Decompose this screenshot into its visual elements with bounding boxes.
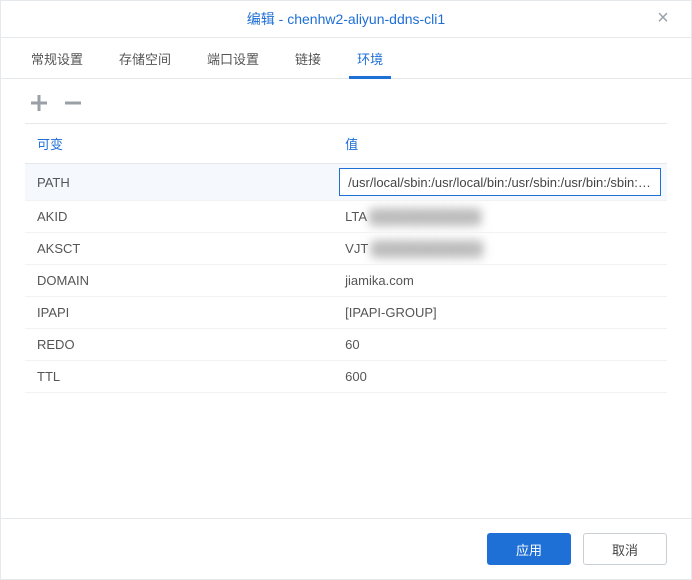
- tab-storage[interactable]: 存储空间: [101, 38, 189, 78]
- env-value-prefix: LTA: [345, 209, 366, 224]
- env-key-cell[interactable]: DOMAIN: [25, 265, 333, 297]
- tab-general[interactable]: 常规设置: [13, 38, 101, 78]
- redacted-text: ████████████: [366, 209, 480, 224]
- env-key-cell[interactable]: AKSCT: [25, 233, 333, 265]
- table-row[interactable]: TTL600: [25, 361, 667, 393]
- env-key-cell[interactable]: TTL: [25, 361, 333, 393]
- env-value-cell[interactable]: jiamika.com: [333, 265, 667, 297]
- table-row[interactable]: AKIDLTA ████████████: [25, 201, 667, 233]
- table-row[interactable]: IPAPI[IPAPI-GROUP]: [25, 297, 667, 329]
- tab-links[interactable]: 链接: [277, 38, 339, 78]
- env-key-cell[interactable]: IPAPI: [25, 297, 333, 329]
- cancel-button[interactable]: 取消: [583, 533, 667, 565]
- tab-label: 存储空间: [119, 49, 171, 68]
- tab-ports[interactable]: 端口设置: [189, 38, 277, 78]
- toolbar: [1, 79, 691, 123]
- env-value-cell[interactable]: [IPAPI-GROUP]: [333, 297, 667, 329]
- add-button[interactable]: [25, 89, 53, 117]
- redacted-text: ████████████: [368, 241, 482, 256]
- env-value-cell[interactable]: 600: [333, 361, 667, 393]
- env-key-cell[interactable]: PATH: [25, 164, 333, 201]
- env-value-prefix: VJT: [345, 241, 368, 256]
- env-value-cell[interactable]: VJT ████████████: [333, 233, 667, 265]
- remove-button[interactable]: [59, 89, 87, 117]
- dialog-header: 编辑 - chenhw2-aliyun-ddns-cli1 ×: [1, 1, 691, 38]
- tab-label: 端口设置: [207, 49, 259, 68]
- env-value-cell[interactable]: 60: [333, 329, 667, 361]
- dialog-footer: 应用 取消: [1, 518, 691, 579]
- env-key-cell[interactable]: REDO: [25, 329, 333, 361]
- table-header-row: 可变 值: [25, 124, 667, 164]
- col-header-key[interactable]: 可变: [25, 124, 333, 164]
- tab-label: 环境: [357, 49, 383, 68]
- tab-label: 常规设置: [31, 49, 83, 68]
- table-row[interactable]: DOMAINjiamika.com: [25, 265, 667, 297]
- plus-icon: [28, 92, 50, 114]
- tab-env[interactable]: 环境: [339, 38, 401, 78]
- tab-label: 链接: [295, 49, 321, 68]
- env-table-wrap: 可变 值 PATHAKIDLTA ████████████AKSCTVJT ██…: [1, 123, 691, 518]
- table-row[interactable]: PATH: [25, 164, 667, 201]
- env-value-input[interactable]: [339, 168, 661, 196]
- minus-icon: [62, 92, 84, 114]
- dialog-title: 编辑 - chenhw2-aliyun-ddns-cli1: [247, 11, 445, 27]
- table-row[interactable]: REDO60: [25, 329, 667, 361]
- env-value-cell[interactable]: [333, 164, 667, 201]
- table-row[interactable]: AKSCTVJT ████████████: [25, 233, 667, 265]
- col-header-value[interactable]: 值: [333, 124, 667, 164]
- close-button[interactable]: ×: [645, 1, 681, 37]
- dialog: 编辑 - chenhw2-aliyun-ddns-cli1 × 常规设置 存储空间…: [0, 0, 692, 580]
- env-value-cell[interactable]: LTA ████████████: [333, 201, 667, 233]
- apply-button[interactable]: 应用: [487, 533, 571, 565]
- tab-bar: 常规设置 存储空间 端口设置 链接 环境: [1, 38, 691, 79]
- env-key-cell[interactable]: AKID: [25, 201, 333, 233]
- env-table: 可变 值 PATHAKIDLTA ████████████AKSCTVJT ██…: [25, 123, 667, 393]
